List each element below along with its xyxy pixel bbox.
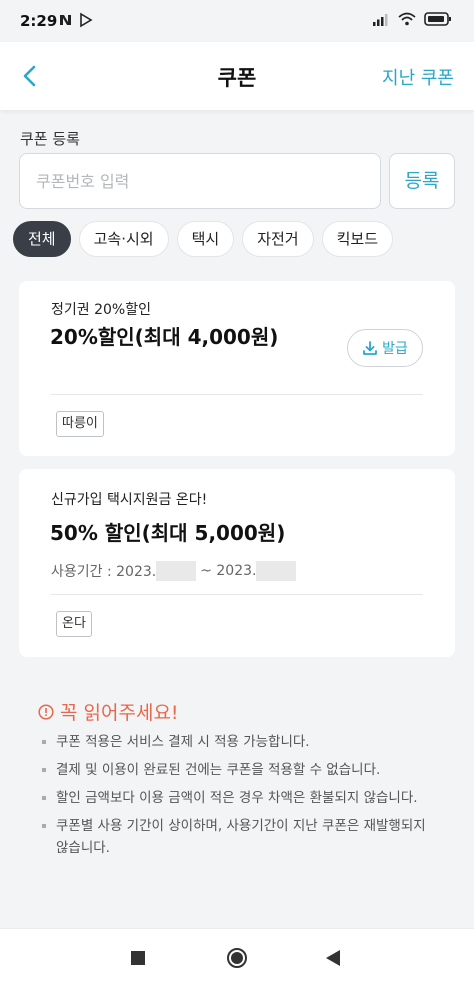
wifi-icon — [398, 12, 416, 26]
filter-chip-all[interactable]: 전체 — [13, 221, 71, 257]
signal-icon — [373, 14, 388, 26]
coupon-card[interactable]: 신규가입 택시지원금 온다! 50% 할인(최대 5,000원) 사용기간 : … — [19, 469, 455, 657]
triangle-back-icon — [326, 950, 340, 966]
info-circle-icon — [38, 703, 54, 720]
notice-item: 할인 금액보다 이용 금액이 적은 경우 차액은 환불되지 않습니다. — [42, 787, 442, 809]
notice-title-text: 꼭 읽어주세요! — [60, 702, 179, 724]
issue-label: 발급 — [382, 341, 408, 357]
system-navigation-bar — [0, 928, 474, 986]
coupon-period: 사용기간 : 2023. ~ 2023. — [51, 561, 300, 581]
filter-chip-bicycle[interactable]: 자전거 — [242, 221, 314, 257]
circle-icon — [227, 948, 247, 968]
notice-item: 결제 및 이용이 완료된 건에는 쿠폰을 적용할 수 없습니다. — [42, 759, 442, 781]
notice-title: 꼭 읽어주세요! — [38, 698, 179, 725]
square-icon — [131, 951, 145, 965]
period-start-label: 사용기간 : 2023. — [51, 564, 157, 580]
play-store-icon — [80, 12, 93, 28]
period-end-label: ~ 2023. — [200, 563, 257, 579]
download-icon — [363, 341, 378, 355]
filter-chip-kickboard[interactable]: 킥보드 — [321, 221, 393, 257]
home-button[interactable] — [225, 946, 249, 970]
card-divider — [51, 394, 423, 395]
card-divider — [51, 594, 423, 595]
notice-item: 쿠폰별 사용 기간이 상이하며, 사용기간이 지난 쿠폰은 재발행되지 않습니다… — [42, 815, 442, 859]
coupon-title: 50% 할인(최대 5,000원) — [50, 521, 286, 545]
past-coupons-link[interactable]: 지난 쿠폰 — [382, 64, 454, 90]
coupon-title: 20%할인(최대 4,000원) — [50, 325, 279, 349]
status-bar: 2:29 — [0, 0, 474, 42]
coupon-register-label: 쿠폰 등록 — [20, 130, 80, 148]
coupon-card[interactable]: 정기권 20%할인 20%할인(최대 4,000원) 발급 따릉이 — [19, 281, 455, 456]
network-activity-icon — [60, 15, 71, 25]
filter-chip-express-bus[interactable]: 고속·시외 — [78, 221, 169, 257]
issue-coupon-button[interactable]: 발급 — [347, 329, 423, 367]
filter-chips: 전체 고속·시외 택시 자전거 킥보드 — [13, 221, 393, 257]
status-notification-icons — [58, 12, 94, 28]
nav-back-button[interactable] — [321, 946, 345, 970]
filter-chip-taxi[interactable]: 택시 — [176, 221, 235, 257]
recents-button[interactable] — [126, 946, 150, 970]
status-system-icons — [372, 12, 452, 26]
register-button[interactable]: 등록 — [389, 153, 455, 209]
coupon-subtitle: 정기권 20%할인 — [51, 302, 151, 318]
status-time: 2:29 — [20, 12, 58, 30]
coupon-subtitle: 신규가입 택시지원금 온다! — [51, 492, 208, 508]
battery-icon — [424, 12, 451, 26]
coupon-number-input[interactable] — [19, 153, 381, 209]
redacted-date — [256, 561, 297, 581]
app-header: 쿠폰 지난 쿠폰 — [0, 42, 474, 110]
redacted-date — [156, 561, 197, 581]
coupon-tag: 따릉이 — [56, 411, 104, 437]
notice-item: 쿠폰 적용은 서비스 결제 시 적용 가능합니다. — [42, 731, 442, 753]
notice-list: 쿠폰 적용은 서비스 결제 시 적용 가능합니다. 결제 및 이용이 완료된 건… — [42, 731, 442, 865]
coupon-tag: 온다 — [56, 611, 92, 637]
